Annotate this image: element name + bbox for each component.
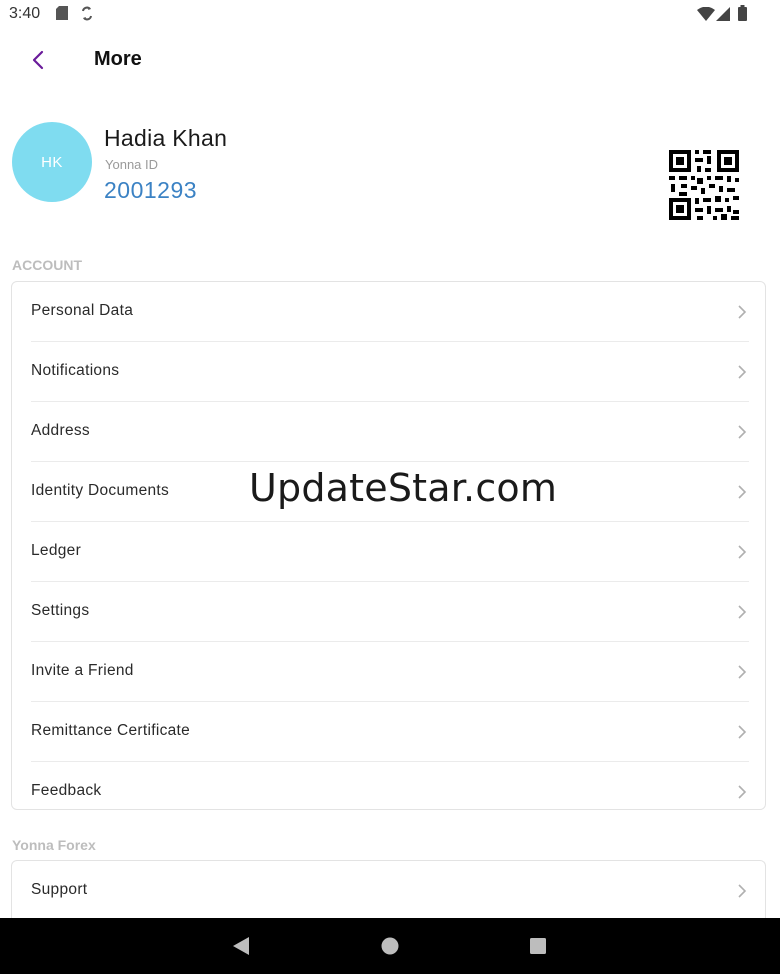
chevron-right-icon — [738, 365, 747, 379]
avatar: HK — [12, 122, 92, 202]
menu-item-label: Remittance Certificate — [31, 722, 191, 739]
menu-item-address[interactable]: Address — [31, 402, 749, 462]
nav-home-button[interactable] — [378, 935, 402, 957]
menu-item-invite-a-friend[interactable]: Invite a Friend — [31, 642, 749, 702]
watermark: UpdateStar.com — [249, 466, 558, 510]
signal-icon — [716, 7, 730, 21]
nav-back-button[interactable] — [229, 935, 253, 957]
status-time: 3:40 — [9, 5, 41, 22]
menu-item-label: Notifications — [31, 362, 120, 379]
id-label: Yonna ID — [105, 157, 159, 172]
back-button[interactable] — [24, 46, 52, 74]
square-recents-icon — [530, 938, 546, 954]
chevron-right-icon — [738, 884, 747, 898]
triangle-back-icon — [233, 937, 249, 955]
menu-item-ledger[interactable]: Ledger — [31, 522, 749, 582]
chevron-right-icon — [738, 305, 747, 319]
menu-item-feedback[interactable]: Feedback — [31, 762, 749, 821]
qr-code-button[interactable] — [667, 148, 741, 222]
user-name: Hadia Khan — [104, 125, 228, 151]
chevron-right-icon — [738, 545, 747, 559]
wifi-icon — [697, 7, 715, 21]
menu-item-label: Feedback — [31, 782, 102, 799]
app-header: More — [0, 34, 780, 88]
menu-item-remittance-certificate[interactable]: Remittance Certificate — [31, 702, 749, 762]
account-section-label: ACCOUNT — [12, 257, 82, 273]
account-menu-card: Personal Data Notifications Address Iden… — [11, 281, 766, 810]
menu-item-label: Settings — [31, 602, 90, 619]
system-navigation-bar — [0, 918, 780, 974]
page-title: More — [94, 48, 142, 70]
chevron-right-icon — [738, 605, 747, 619]
battery-icon — [738, 5, 747, 21]
menu-item-label: Personal Data — [31, 302, 134, 319]
id-value: 2001293 — [104, 177, 198, 203]
menu-item-settings[interactable]: Settings — [31, 582, 749, 642]
nav-recents-button[interactable] — [526, 935, 550, 957]
chevron-right-icon — [738, 485, 747, 499]
sd-card-icon — [56, 6, 68, 20]
forex-section-label: Yonna Forex — [12, 837, 96, 853]
menu-item-label: Invite a Friend — [31, 662, 134, 679]
chevron-right-icon — [738, 425, 747, 439]
qr-code-icon — [667, 148, 741, 222]
avatar-initials: HK — [41, 153, 63, 171]
status-bar: 3:40 — [0, 0, 780, 28]
menu-item-notifications[interactable]: Notifications — [31, 342, 749, 402]
sync-icon — [82, 6, 92, 21]
menu-item-label: Identity Documents — [31, 482, 170, 499]
circle-home-icon — [381, 937, 399, 955]
menu-item-support[interactable]: Support — [31, 861, 749, 920]
chevron-right-icon — [738, 785, 747, 799]
menu-item-label: Ledger — [31, 542, 82, 559]
menu-item-label: Address — [31, 422, 90, 439]
menu-item-personal-data[interactable]: Personal Data — [31, 282, 749, 342]
chevron-right-icon — [738, 725, 747, 739]
chevron-left-icon — [32, 50, 44, 70]
chevron-right-icon — [738, 665, 747, 679]
menu-item-label: Support — [31, 881, 88, 898]
